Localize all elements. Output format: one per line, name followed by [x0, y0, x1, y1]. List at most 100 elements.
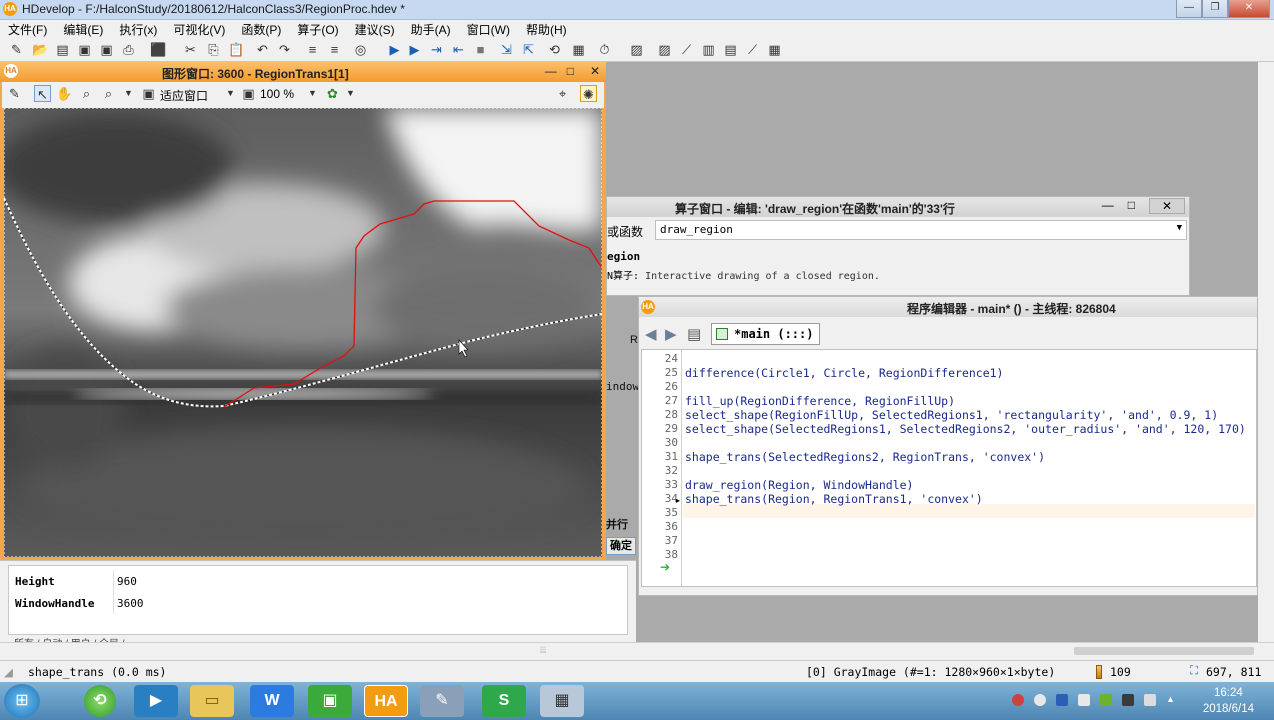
- back-arrow-icon[interactable]: ◀: [645, 325, 657, 343]
- menu-window[interactable]: 窗口(W): [459, 20, 518, 38]
- wps-writer-icon[interactable]: W: [250, 685, 294, 717]
- undo-icon[interactable]: ↶: [254, 41, 271, 58]
- file-explorer-icon[interactable]: ▭: [190, 685, 234, 717]
- scrollbar-thumb[interactable]: [1074, 647, 1254, 655]
- code-line[interactable]: select_shape(RegionFillUp, SelectedRegio…: [685, 408, 1218, 422]
- chevron-down-icon[interactable]: ▼: [304, 85, 321, 102]
- line-profile-icon[interactable]: ⟋: [678, 41, 695, 58]
- clipboard-icon[interactable]: ▤: [687, 325, 701, 343]
- table-row[interactable]: Height 960: [9, 570, 627, 592]
- bluetooth-icon[interactable]: [1056, 694, 1068, 706]
- chevron-down-icon[interactable]: ▼: [1177, 223, 1182, 233]
- operator-close-button[interactable]: ✕: [1149, 198, 1185, 214]
- display-settings-icon[interactable]: ✺: [580, 85, 597, 102]
- menu-procedures[interactable]: 函数(P): [233, 20, 289, 38]
- video-app-icon[interactable]: ▶: [134, 685, 178, 717]
- reset-program-icon[interactable]: ⟲: [546, 41, 563, 58]
- color-palette-icon[interactable]: ✿: [324, 85, 341, 102]
- tray-monitor-icon[interactable]: [1122, 694, 1134, 706]
- forward-arrow-icon[interactable]: ▶: [665, 325, 677, 343]
- image-canvas[interactable]: [4, 108, 602, 557]
- browser-icon[interactable]: ⟲: [84, 685, 116, 717]
- menu-operators[interactable]: 算子(O): [289, 20, 346, 38]
- menu-file[interactable]: 文件(F): [0, 20, 55, 38]
- indent-icon[interactable]: ≡: [304, 41, 321, 58]
- code-line[interactable]: select_shape(SelectedRegions1, SelectedR…: [685, 422, 1246, 436]
- menu-execute[interactable]: 执行(x): [111, 20, 165, 38]
- confirm-button[interactable]: 确定: [606, 537, 636, 555]
- graphics-maximize-button[interactable]: □: [567, 64, 574, 78]
- chevron-down-icon[interactable]: ▼: [222, 85, 239, 102]
- menu-edit[interactable]: 编辑(E): [55, 20, 111, 38]
- code-line[interactable]: draw_region(Region, WindowHandle): [685, 478, 913, 492]
- run-icon[interactable]: ▶: [386, 41, 403, 58]
- close-button[interactable]: ✕: [1228, 0, 1270, 18]
- graphics-minimize-button[interactable]: —: [545, 64, 557, 78]
- step-over-icon[interactable]: ⇥: [428, 41, 445, 58]
- tab-main[interactable]: *main (:::): [711, 323, 821, 345]
- menu-help[interactable]: 帮助(H): [518, 20, 575, 38]
- image-acquisition-icon[interactable]: ▨: [628, 41, 645, 58]
- menu-visualization[interactable]: 可视化(V): [165, 20, 233, 38]
- calculator-icon[interactable]: ▦: [540, 685, 584, 717]
- new-file-icon[interactable]: ✎: [8, 41, 25, 58]
- horizontal-scrollbar[interactable]: ⦙⦙⦙: [0, 642, 1274, 660]
- open-file-icon[interactable]: 📂: [32, 41, 49, 58]
- operator-maximize-button[interactable]: □: [1128, 198, 1135, 214]
- code-line[interactable]: shape_trans(Region, RegionTrans1, 'conve…: [685, 492, 983, 506]
- maximize-button[interactable]: ❐: [1202, 0, 1228, 18]
- copy-icon[interactable]: ⎘: [205, 41, 222, 58]
- paint-icon[interactable]: ✎: [420, 685, 464, 717]
- menu-suggestions[interactable]: 建议(S): [347, 20, 403, 38]
- zoom-dropdown-icon[interactable]: ⌕: [100, 85, 117, 102]
- hand-pan-icon[interactable]: ✋: [56, 85, 73, 102]
- print-icon[interactable]: ⎙: [120, 41, 137, 58]
- project-app-icon[interactable]: ▣: [308, 685, 352, 717]
- code-area[interactable]: 24 25 26 27 28 29 30 31 32 33 34 35 36 3…: [641, 349, 1257, 587]
- profiler-icon[interactable]: ⏱: [596, 41, 613, 58]
- operator-name-combobox[interactable]: draw_region ▼: [655, 220, 1187, 240]
- graphics-close-button[interactable]: ✕: [590, 64, 600, 78]
- tray-ime-icon[interactable]: [1078, 694, 1090, 706]
- table-row[interactable]: WindowHandle 3600: [9, 592, 627, 614]
- nvidia-icon[interactable]: [1100, 694, 1112, 706]
- scrollbar-grip-icon[interactable]: ⦙⦙⦙: [540, 645, 546, 656]
- zoom-icon[interactable]: ⌕: [78, 85, 95, 102]
- outdent-icon[interactable]: ≡: [326, 41, 343, 58]
- save-icon[interactable]: ▣: [76, 41, 93, 58]
- operator-minimize-button[interactable]: —: [1102, 198, 1114, 214]
- show-hidden-icons[interactable]: ▲: [1166, 694, 1178, 706]
- start-button[interactable]: ⊞: [4, 684, 40, 718]
- inspect-icon[interactable]: ⌖: [554, 85, 571, 102]
- edit-mode-icon[interactable]: ✎: [6, 85, 23, 102]
- taskbar-clock[interactable]: 16:24 2018/6/14: [1203, 685, 1254, 717]
- measure-icon[interactable]: ⟋: [744, 41, 761, 58]
- run-to-icon[interactable]: ▶: [406, 41, 423, 58]
- code-line[interactable]: fill_up(RegionDifference, RegionFillUp): [685, 394, 955, 408]
- save-all-icon[interactable]: ▣: [98, 41, 115, 58]
- step-out-icon[interactable]: ⇱: [520, 41, 537, 58]
- halcon-taskbar-icon[interactable]: HA: [364, 685, 408, 717]
- step-back-icon[interactable]: ⇤: [450, 41, 467, 58]
- binoculars-icon[interactable]: ◎: [352, 41, 369, 58]
- chevron-down-icon[interactable]: ▼: [120, 85, 137, 102]
- zoom-level-value[interactable]: 100 %: [260, 87, 294, 101]
- fit-window-label[interactable]: 适应窗口: [160, 87, 208, 104]
- open-recent-icon[interactable]: ▤: [54, 41, 71, 58]
- paste-icon[interactable]: 📋: [228, 41, 245, 58]
- volume-icon[interactable]: [1144, 694, 1156, 706]
- wps-sheet-icon[interactable]: S: [482, 685, 526, 717]
- step-into-icon[interactable]: ⇲: [498, 41, 515, 58]
- code-line[interactable]: shape_trans(SelectedRegions2, RegionTran…: [685, 450, 1045, 464]
- matching-icon[interactable]: ▨: [656, 41, 673, 58]
- tray-record-icon[interactable]: [1012, 694, 1024, 706]
- minimize-button[interactable]: —: [1176, 0, 1202, 18]
- cut-icon[interactable]: ✂: [182, 41, 199, 58]
- zoom-level-icon[interactable]: ▣: [240, 85, 257, 102]
- chevron-down-icon[interactable]: ▼: [342, 85, 359, 102]
- histogram-icon[interactable]: ▥: [700, 41, 717, 58]
- feature-inspection-icon[interactable]: ▤: [722, 41, 739, 58]
- ocr-icon[interactable]: ▦: [766, 41, 783, 58]
- fit-window-icon[interactable]: ▣: [140, 85, 157, 102]
- pointer-mode-icon[interactable]: ↖: [34, 85, 51, 102]
